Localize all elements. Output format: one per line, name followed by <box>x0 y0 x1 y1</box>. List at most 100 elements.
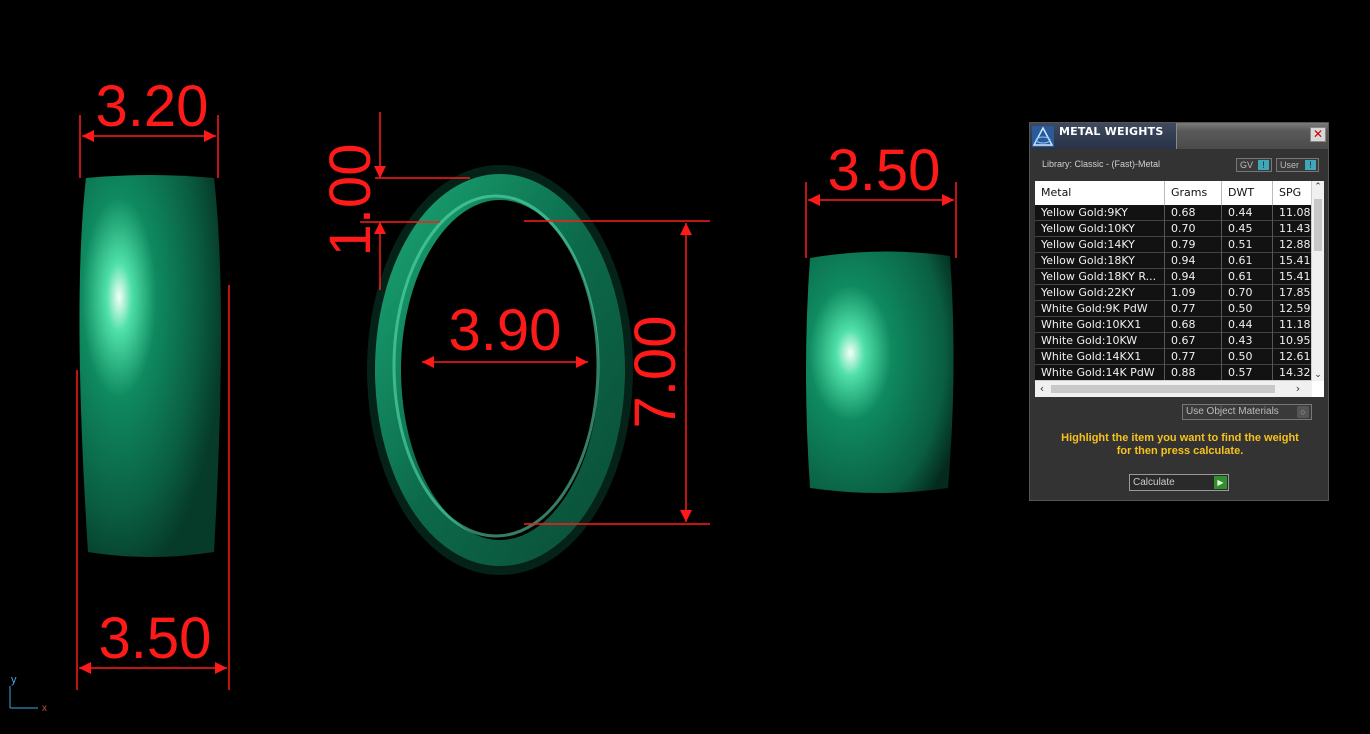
gv-toggle-label: GV <box>1240 160 1254 170</box>
cell-metal: White Gold:10KW <box>1035 333 1165 349</box>
user-toggle[interactable]: User ! <box>1276 158 1319 172</box>
cell-metal: White Gold:10KX1 <box>1035 317 1165 333</box>
use-object-materials-label: Use Object Materials <box>1186 406 1279 417</box>
cell-spg: 11.08 <box>1279 206 1311 219</box>
cell-spg: 11.43 <box>1279 222 1311 235</box>
library-label: Library: Classic - (Fast)-Metal <box>1042 159 1161 169</box>
dimension-left-bottom-text: 3.50 <box>99 606 212 671</box>
cell-metal: White Gold:14KX1 <box>1035 349 1165 365</box>
cell-grams: 0.68 <box>1165 317 1222 333</box>
user-toggle-icon: ! <box>1305 160 1316 170</box>
cell-dwt: 0.70 <box>1222 285 1273 301</box>
ring-front-view[interactable] <box>367 165 633 575</box>
cell-metal: Yellow Gold:14KY <box>1035 237 1165 253</box>
cell-spg: 12.59 <box>1279 302 1311 315</box>
cell-grams: 0.79 <box>1165 237 1222 253</box>
table-row[interactable]: Yellow Gold:18KY R... 0.94 0.61 15.41 <box>1035 269 1312 285</box>
table-row[interactable]: Yellow Gold:18KY 0.94 0.61 15.41 <box>1035 253 1312 269</box>
cell-spg: 17.85 <box>1279 286 1311 299</box>
table-row[interactable]: Yellow Gold:14KY 0.79 0.51 12.88 <box>1035 237 1312 253</box>
cell-dwt: 0.61 <box>1222 269 1273 285</box>
cell-grams: 0.67 <box>1165 333 1222 349</box>
column-header-dwt[interactable]: DWT <box>1222 181 1273 205</box>
cell-dwt: 0.51 <box>1222 237 1273 253</box>
cell-dwt: 0.44 <box>1222 317 1273 333</box>
cell-metal: Yellow Gold:10KY <box>1035 221 1165 237</box>
ring-side-view-right[interactable] <box>806 251 954 493</box>
cell-spg: 12.61 <box>1279 350 1311 363</box>
scroll-down-icon[interactable]: ⌄ <box>1312 369 1324 381</box>
table-row[interactable]: Yellow Gold:10KY 0.70 0.45 11.43 <box>1035 221 1312 237</box>
use-object-materials-toggle[interactable]: Use Object Materials ○ <box>1182 404 1312 420</box>
instruction-line-2: for then press calculate. <box>1116 445 1244 457</box>
cell-spg: 14.32 <box>1279 366 1311 379</box>
cell-spg: 15.41 <box>1279 254 1311 267</box>
instruction-line-1: Highlight the item you want to find the … <box>1061 432 1299 444</box>
metal-table[interactable]: Metal Grams DWT SPG Yellow Gold:9KY 0.68 0… <box>1035 181 1324 397</box>
ring-side-view-left[interactable] <box>79 175 221 557</box>
close-icon: ✕ <box>1312 127 1324 141</box>
cell-spg: 10.95 <box>1279 334 1311 347</box>
dimension-right: 3.50 <box>805 138 957 258</box>
play-icon: ▶ <box>1214 476 1227 489</box>
dimension-left-top-text: 3.20 <box>96 74 209 139</box>
cell-grams: 0.94 <box>1165 269 1222 285</box>
horizontal-scrollbar[interactable]: ‹ › <box>1035 380 1312 397</box>
cell-grams: 1.09 <box>1165 285 1222 301</box>
cell-spg: 15.41 <box>1279 270 1311 283</box>
dimension-middle-height-text: 7.00 <box>623 316 688 429</box>
dimension-left-top: 3.20 <box>79 74 219 178</box>
cell-metal: Yellow Gold:18KY R... <box>1035 269 1165 285</box>
cell-dwt: 0.50 <box>1222 301 1273 317</box>
table-row[interactable]: Yellow Gold:9KY 0.68 0.44 11.08 <box>1035 205 1312 221</box>
dimension-middle-inner-text: 3.90 <box>449 298 562 363</box>
cell-dwt: 0.57 <box>1222 365 1273 381</box>
axis-x-label: x <box>42 703 47 714</box>
table-row[interactable]: White Gold:10KX1 0.68 0.44 11.18 <box>1035 317 1312 333</box>
matrix-logo-icon <box>1032 126 1054 147</box>
cell-metal: Yellow Gold:22KY <box>1035 285 1165 301</box>
cell-dwt: 0.50 <box>1222 349 1273 365</box>
cell-spg: 11.18 <box>1279 318 1311 331</box>
dimension-middle-top-gap-text: 1.00 <box>318 144 383 257</box>
table-header: Metal Grams DWT SPG <box>1035 181 1312 205</box>
cell-grams: 0.77 <box>1165 301 1222 317</box>
cell-dwt: 0.43 <box>1222 333 1273 349</box>
cell-grams: 0.77 <box>1165 349 1222 365</box>
cell-spg: 12.88 <box>1279 238 1311 251</box>
column-header-spg[interactable]: SPG <box>1273 181 1312 205</box>
cell-grams: 0.70 <box>1165 221 1222 237</box>
panel-title-bar[interactable]: METAL WEIGHTS ✕ <box>1030 123 1328 149</box>
gv-toggle-icon: ! <box>1258 160 1269 170</box>
vertical-scrollbar[interactable]: ⌃ ⌄ <box>1311 181 1324 381</box>
axis-y-label: y <box>11 674 17 686</box>
table-row[interactable]: White Gold:14K PdW 0.88 0.57 14.32 <box>1035 365 1312 381</box>
table-row[interactable]: Yellow Gold:22KY 1.09 0.70 17.85 <box>1035 285 1312 301</box>
cell-grams: 0.94 <box>1165 253 1222 269</box>
scroll-left-icon[interactable]: ‹ <box>1035 381 1049 397</box>
gv-toggle[interactable]: GV ! <box>1236 158 1272 172</box>
cell-dwt: 0.61 <box>1222 253 1273 269</box>
column-header-grams[interactable]: Grams <box>1165 181 1222 205</box>
scroll-up-icon[interactable]: ⌃ <box>1312 181 1324 193</box>
panel-title: METAL WEIGHTS <box>1059 125 1164 138</box>
table-rows: Yellow Gold:9KY 0.68 0.44 11.08 Yellow Gold:… <box>1035 205 1312 381</box>
vertical-scroll-thumb[interactable] <box>1314 199 1322 251</box>
horizontal-scroll-thumb[interactable] <box>1051 385 1275 393</box>
instruction-text: Highlight the item you want to find the … <box>1040 432 1320 458</box>
axis-gizmo: y x <box>9 674 47 714</box>
metal-weights-panel: METAL WEIGHTS ✕ Library: Classic - (Fast… <box>1029 122 1329 501</box>
column-header-metal[interactable]: Metal <box>1035 181 1165 205</box>
dimension-middle-inner: 3.90 <box>422 298 588 368</box>
cell-metal: White Gold:9K PdW <box>1035 301 1165 317</box>
table-row[interactable]: White Gold:14KX1 0.77 0.50 12.61 <box>1035 349 1312 365</box>
cell-grams: 0.88 <box>1165 365 1222 381</box>
table-row[interactable]: White Gold:10KW 0.67 0.43 10.95 <box>1035 333 1312 349</box>
close-button[interactable]: ✕ <box>1310 127 1326 142</box>
cell-dwt: 0.44 <box>1222 205 1273 221</box>
table-row[interactable]: White Gold:9K PdW 0.77 0.50 12.59 <box>1035 301 1312 317</box>
use-object-materials-radio-icon: ○ <box>1297 406 1309 418</box>
calculate-button[interactable]: Calculate ▶ <box>1129 474 1229 491</box>
cell-metal: Yellow Gold:18KY <box>1035 253 1165 269</box>
scroll-right-icon[interactable]: › <box>1291 381 1305 397</box>
